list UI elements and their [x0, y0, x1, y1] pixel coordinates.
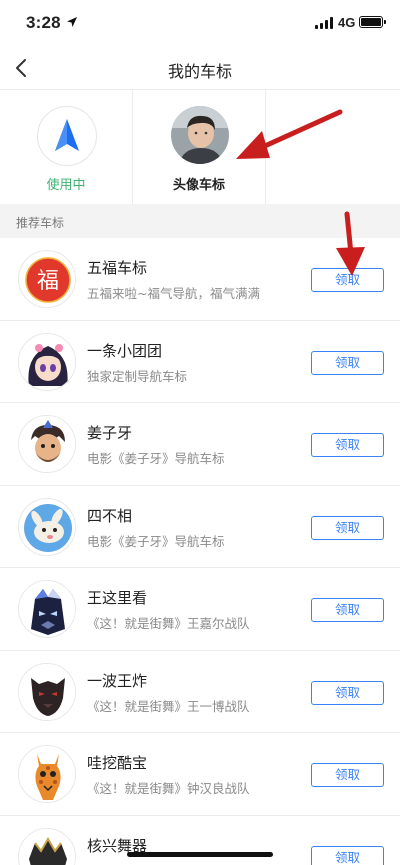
- item-desc: 独家定制导航车标: [87, 368, 188, 384]
- item-title: 姜子牙: [87, 424, 133, 442]
- tile-in-use-label: 使用中: [46, 178, 86, 193]
- status-bar: 3:28 4G: [0, 0, 400, 46]
- sibuxiang-icon: [18, 497, 76, 556]
- location-arrow-icon: [67, 17, 77, 27]
- item-title: 一条小团团: [87, 341, 163, 360]
- tile-empty-slot: [266, 90, 399, 204]
- section-title: 推荐车标: [16, 216, 65, 230]
- nav-bar: 我的车标: [0, 46, 400, 90]
- list-item: 哇挖酷宝 《这！就是街舞》钟汉良战队 领取: [0, 733, 400, 816]
- claim-button[interactable]: 领取: [311, 845, 384, 865]
- battery-icon: [359, 16, 386, 28]
- item-desc: 《这！就是街舞》王一博战队: [87, 698, 250, 714]
- list-item: 核兴舞器 领取: [0, 816, 400, 865]
- dark-mask-icon: [18, 580, 76, 638]
- list-item: 一波王炸 《这！就是街舞》王一博战队 领取: [0, 651, 400, 733]
- cellular-signal-icon: [315, 17, 333, 29]
- claim-button[interactable]: 领取: [311, 433, 384, 457]
- item-title: 王这里看: [87, 589, 148, 607]
- tile-avatar-label: 头像车标: [172, 178, 225, 193]
- claim-button[interactable]: 领取: [311, 680, 384, 705]
- tile-avatar-badge[interactable]: 头像车标: [133, 90, 266, 204]
- svg-text:福: 福: [37, 269, 59, 294]
- user-avatar-photo: [171, 106, 229, 164]
- nav-arrow-icon: [37, 106, 97, 166]
- item-title: 四不相: [87, 506, 133, 525]
- item-title: 一波王炸: [87, 671, 148, 690]
- item-desc: 五福来啦~福气导航，福气满满: [87, 286, 260, 301]
- fu-badge-icon: 福: [18, 250, 76, 308]
- panther-icon: [18, 662, 76, 721]
- claim-button[interactable]: 领取: [311, 268, 384, 292]
- tile-in-use[interactable]: 使用中: [0, 90, 133, 204]
- list-item: 姜子牙 电影《姜子牙》导航车标 领取: [0, 403, 400, 486]
- list-item: 四不相 电影《姜子牙》导航车标 领取: [0, 486, 400, 568]
- giraffe-icon: [18, 745, 76, 803]
- status-time: 3:28: [26, 13, 61, 32]
- claim-button[interactable]: 领取: [311, 763, 384, 787]
- item-desc: 《这！就是街舞》王嘉尔战队: [87, 616, 250, 631]
- home-indicator: [127, 852, 273, 857]
- list-item: 一条小团团 独家定制导航车标 领取: [0, 321, 400, 403]
- network-type: 4G: [338, 15, 356, 30]
- armor-icon: [18, 827, 76, 865]
- item-title: 五福车标: [87, 259, 148, 277]
- recommended-badge-list: 福 五福车标 五福来啦~福气导航，福气满满 领取 一条小团团 独家定制导航车标 …: [0, 238, 400, 865]
- jiang-ziya-icon: [18, 415, 76, 473]
- claim-button[interactable]: 领取: [311, 515, 384, 540]
- claim-button[interactable]: 领取: [311, 350, 384, 375]
- anime-girl-icon: [18, 332, 76, 391]
- list-item: 福 五福车标 五福来啦~福气导航，福气满满 领取: [0, 238, 400, 321]
- claim-button[interactable]: 领取: [311, 598, 384, 622]
- item-title: 哇挖酷宝: [87, 754, 148, 772]
- current-badges: 使用中 头像车标: [0, 90, 400, 204]
- section-header: 推荐车标: [0, 204, 400, 238]
- item-desc: 电影《姜子牙》导航车标: [87, 451, 225, 466]
- page-title: 我的车标: [167, 62, 232, 81]
- item-desc: 《这！就是街舞》钟汉良战队: [87, 781, 250, 796]
- list-item: 王这里看 《这！就是街舞》王嘉尔战队 领取: [0, 568, 400, 651]
- item-desc: 电影《姜子牙》导航车标: [87, 533, 225, 549]
